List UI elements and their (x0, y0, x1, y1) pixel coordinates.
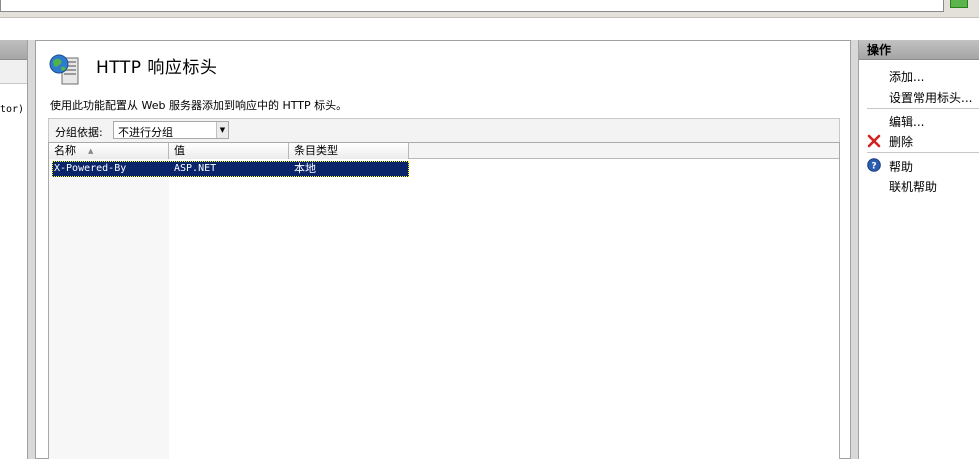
connections-header (0, 40, 27, 60)
left-splitter[interactable] (28, 40, 35, 459)
address-input[interactable] (0, 0, 944, 12)
connections-pane: tor) (0, 40, 28, 459)
go-button[interactable] (950, 0, 968, 8)
actions-pane: 操作 添加... 设置常用标头... 编辑... 删除 ? 帮助 联机帮助 (858, 40, 979, 459)
edit-link[interactable]: 编辑... (889, 113, 924, 130)
table-row[interactable]: X-Powered-By ASP.NET 本地 (52, 161, 409, 177)
tree-node-server[interactable]: tor) (0, 104, 24, 115)
group-by-value: 不进行分组 (118, 126, 173, 139)
column-header-type-label: 条目类型 (294, 144, 338, 157)
group-by-select[interactable]: 不进行分组 ▼ (113, 121, 229, 139)
help-icon[interactable]: ? (867, 158, 881, 172)
feature-pane: HTTP 响应标头 使用此功能配置从 Web 服务器添加到响应中的 HTTP 标… (35, 40, 851, 459)
column-header-name-label: 名称 (54, 144, 76, 157)
set-common-headers-link[interactable]: 设置常用标头... (889, 89, 972, 106)
row-type: 本地 (294, 162, 316, 175)
group-by-label: 分组依据: (55, 126, 103, 139)
sort-ascending-icon: ▲ (88, 147, 94, 155)
headers-list[interactable]: 名称 ▲ 值 条目类型 X-Powered-By ASP.NET 本地 (48, 142, 840, 459)
column-header-type[interactable]: 条目类型 (289, 143, 409, 159)
toolbar-gap (0, 18, 979, 40)
globe-server-icon (49, 54, 79, 85)
delete-icon[interactable] (867, 134, 881, 148)
delete-link[interactable]: 删除 (889, 133, 913, 150)
page-description: 使用此功能配置从 Web 服务器添加到响应中的 HTTP 标头。 (50, 99, 348, 112)
actions-separator (867, 108, 979, 109)
svg-text:?: ? (871, 162, 876, 172)
column-header-value[interactable]: 值 (169, 143, 289, 159)
online-help-link[interactable]: 联机帮助 (889, 178, 937, 195)
chevron-down-icon[interactable]: ▼ (216, 122, 228, 138)
sorted-column-shade (49, 143, 169, 459)
column-header-name[interactable]: 名称 ▲ (49, 143, 169, 159)
page-title: HTTP 响应标头 (96, 58, 218, 78)
actions-separator (867, 152, 979, 153)
address-bar-strip (0, 0, 979, 18)
help-link[interactable]: 帮助 (889, 158, 913, 175)
column-header-value-label: 值 (174, 144, 185, 157)
group-by-bar: 分组依据: 不进行分组 ▼ (48, 118, 840, 142)
row-value: ASP.NET (174, 163, 217, 174)
list-header: 名称 ▲ 值 条目类型 (49, 143, 839, 159)
right-splitter[interactable] (851, 40, 858, 459)
row-name: X-Powered-By (54, 163, 127, 174)
add-link[interactable]: 添加... (889, 68, 924, 85)
connections-toolbar (0, 60, 27, 84)
actions-header: 操作 (859, 40, 979, 60)
